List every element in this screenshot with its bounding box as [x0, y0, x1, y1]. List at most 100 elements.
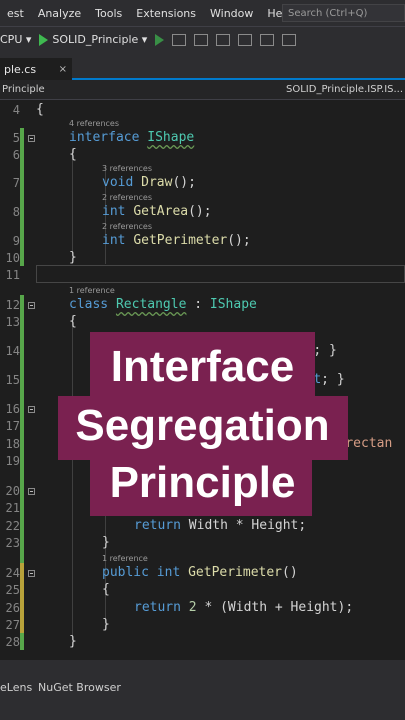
menu-item-analyze[interactable]: Analyze — [31, 7, 88, 20]
line-number: 11 — [5, 268, 20, 282]
code-token: (); — [227, 233, 251, 248]
editor-status-strip — [0, 660, 405, 674]
close-icon[interactable]: × — [59, 64, 67, 75]
indent-guide — [72, 148, 73, 264]
start-button[interactable]: SOLID_Principle ▾ — [39, 33, 147, 46]
code-token: { — [69, 314, 77, 329]
code-token: int — [102, 204, 134, 219]
tab-nuget-browser[interactable]: NuGet Browser — [38, 681, 121, 694]
code-line[interactable]: public int GetPerimeter() — [102, 565, 298, 580]
code-line[interactable]: } — [69, 634, 77, 649]
code-token: Width * Height; — [188, 518, 307, 533]
code-token: class — [69, 297, 116, 312]
code-token: : — [186, 297, 210, 312]
document-tab-bar: ple.cs × — [0, 52, 405, 80]
code-token: } — [102, 535, 110, 550]
code-token: * (Width + Height); — [196, 600, 354, 615]
line-number: 24 — [5, 566, 20, 580]
code-token: interface — [69, 130, 148, 145]
code-line[interactable]: } — [102, 617, 110, 632]
code-token: Rectangle — [115, 297, 187, 312]
code-token: { — [69, 147, 77, 162]
fold-toggle-icon[interactable] — [28, 570, 35, 577]
line-number: 4 — [12, 103, 20, 117]
code-token: void — [102, 175, 142, 190]
code-token: Draw — [141, 175, 173, 190]
line-number: 10 — [5, 251, 20, 265]
code-token: return — [134, 518, 189, 533]
tab-document[interactable]: ple.cs × — [0, 58, 72, 80]
platform-label: CPU — [0, 33, 23, 46]
tab-codelens[interactable]: eLens — [0, 681, 32, 694]
code-token: } — [69, 634, 77, 649]
code-line[interactable]: void Draw(); — [102, 175, 196, 190]
search-input[interactable]: Search (Ctrl+Q) — [282, 4, 405, 22]
bookmark-icon[interactable] — [260, 33, 275, 46]
comment-icon[interactable] — [282, 33, 297, 46]
change-indicator-saved — [20, 128, 24, 266]
codelens-references[interactable]: 1 reference — [69, 286, 115, 295]
menu-item-extensions[interactable]: Extensions — [129, 7, 203, 20]
code-line[interactable]: { — [102, 582, 110, 597]
overlay-title-line-1: Interface — [110, 342, 295, 391]
play-outline-icon — [155, 33, 165, 46]
code-line[interactable]: return Width * Height; — [134, 518, 306, 533]
code-line[interactable]: int GetPerimeter(); — [102, 233, 251, 248]
platform-select[interactable]: CPU ▾ — [0, 33, 31, 46]
menu-bar: est Analyze Tools Extensions Window Help… — [0, 0, 405, 26]
code-token: () — [282, 565, 298, 580]
codelens-references[interactable]: 2 references — [102, 222, 152, 231]
code-line[interactable]: { — [36, 102, 44, 117]
hot-reload-icon[interactable] — [172, 33, 187, 46]
bottom-tool-tabs: eLens NuGet Browser — [0, 674, 405, 720]
fold-toggle-icon[interactable] — [28, 135, 35, 142]
code-line[interactable]: int GetArea(); — [102, 204, 212, 219]
code-line[interactable]: return 2 * (Width + Height); — [134, 600, 353, 615]
code-token: GetPerimeter — [188, 565, 283, 580]
play-icon — [39, 33, 49, 46]
change-indicator-unsaved — [20, 563, 24, 633]
toolbar: CPU ▾ SOLID_Principle ▾ — [0, 26, 405, 52]
codelens-references[interactable]: 1 reference — [102, 554, 148, 563]
code-token: IShape — [209, 297, 257, 312]
code-line[interactable]: { — [69, 314, 77, 329]
line-number: 26 — [5, 601, 20, 615]
code-token: 2 — [188, 600, 197, 615]
window-icon[interactable] — [216, 33, 231, 46]
code-token: return — [134, 600, 189, 615]
navigation-bar: Principle SOLID_Principle.ISP.IS... — [0, 80, 405, 100]
menu-item-tools[interactable]: Tools — [88, 7, 129, 20]
start-without-debug-button[interactable] — [155, 33, 165, 46]
code-line[interactable]: { — [69, 147, 77, 162]
align-icon[interactable] — [238, 33, 253, 46]
line-number: 23 — [5, 536, 20, 550]
project-label: SOLID_Principle — [52, 33, 139, 46]
overlay-title-line-2: Segregation — [75, 401, 330, 450]
nav-project-dropdown[interactable]: Principle — [0, 84, 286, 95]
line-number: 25 — [5, 583, 20, 597]
nav-member-dropdown[interactable]: SOLID_Principle.ISP.IS... — [286, 84, 403, 95]
menu-item-window[interactable]: Window — [203, 7, 260, 20]
folder-icon[interactable] — [194, 33, 209, 46]
code-line[interactable]: class Rectangle : IShape — [69, 297, 257, 312]
code-token: (); — [188, 204, 212, 219]
fold-toggle-icon[interactable] — [28, 302, 35, 309]
codelens-references[interactable]: 3 references — [102, 164, 152, 173]
code-token: } — [102, 617, 110, 632]
code-token: { — [102, 582, 110, 597]
code-line[interactable]: } — [102, 535, 110, 550]
code-token: { — [36, 102, 44, 117]
code-line[interactable]: interface IShape — [69, 130, 194, 145]
code-token: int — [102, 233, 134, 248]
code-line[interactable]: } — [69, 250, 77, 265]
codelens-references[interactable]: 4 references — [69, 119, 119, 128]
line-number: 9 — [12, 234, 20, 248]
code-token: GetPerimeter — [133, 233, 228, 248]
line-number: 8 — [12, 205, 20, 219]
code-token: } — [69, 250, 77, 265]
line-number: 27 — [5, 618, 20, 632]
line-number: 5 — [12, 131, 20, 145]
codelens-references[interactable]: 2 references — [102, 193, 152, 202]
menu-item-test[interactable]: est — [0, 7, 31, 20]
line-number: 6 — [12, 148, 20, 162]
